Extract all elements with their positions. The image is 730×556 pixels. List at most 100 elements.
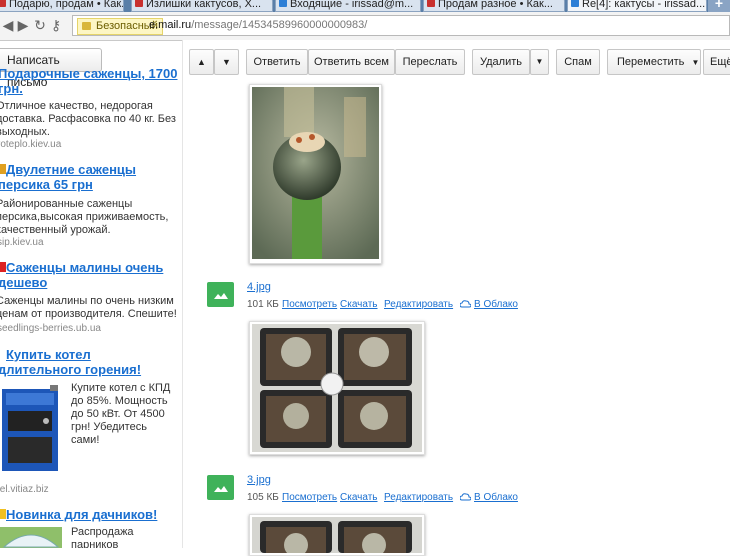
move-label: Переместить bbox=[617, 56, 685, 68]
cloud-icon bbox=[460, 300, 471, 308]
attachment-name[interactable]: 3.jpg bbox=[247, 474, 271, 486]
previous-message-button[interactable]: ▲ bbox=[189, 49, 214, 75]
ad-text-line: выходных. bbox=[0, 126, 50, 138]
spam-button[interactable]: Спам bbox=[556, 49, 600, 75]
ad-text-line: до 85%. Мощность bbox=[71, 395, 168, 407]
ad-domain[interactable]: roteplo.kiev.ua bbox=[0, 139, 61, 150]
tab-title: Re[4]: кактусы - irissad... bbox=[582, 0, 706, 10]
browser-navbar: ◀ ▶ ↻ ⚷ Безопасный e.mail.ru/message/145… bbox=[0, 12, 730, 41]
favicon-icon bbox=[279, 0, 287, 7]
browser-tab[interactable]: Излишки кактусов, Х... bbox=[131, 0, 273, 12]
ad-title-line[interactable]: Двулетние саженцы bbox=[6, 162, 136, 177]
attachment-size: 101 КБ bbox=[247, 299, 279, 310]
attachment-view-link[interactable]: Посмотреть bbox=[282, 492, 337, 503]
favicon-icon bbox=[135, 0, 143, 7]
attachment-download-link[interactable]: Скачать bbox=[340, 492, 378, 503]
attachment-cloud-link[interactable]: В Облако bbox=[474, 492, 518, 503]
picture-icon bbox=[214, 293, 228, 299]
ad-title-line[interactable]: Саженцы малины очень bbox=[6, 260, 163, 275]
delete-button[interactable]: Удалить bbox=[472, 49, 530, 75]
attachment-photo-3[interactable] bbox=[249, 514, 425, 556]
address-bar[interactable]: Безопасный e.mail.ru/message/14534589960… bbox=[72, 15, 730, 36]
chevron-down-icon: ▼ bbox=[691, 58, 700, 67]
ad-text-line: ценам от производителя. Спешите! bbox=[0, 308, 177, 320]
url-path: /message/14534589960000000983/ bbox=[191, 19, 368, 31]
ad-title[interactable]: Подарочные саженцы, 1700 грн. bbox=[0, 66, 177, 96]
ad-text-line: до 50 кВт. От 4500 bbox=[71, 408, 165, 420]
ad-text: Купите котел с КПД до 85%. Мощность до 5… bbox=[71, 382, 170, 447]
delete-dropdown-icon[interactable]: ▼ bbox=[530, 49, 549, 75]
back-arrow-icon[interactable]: ◀ bbox=[0, 16, 16, 34]
ad-text-line: качественный урожай. bbox=[0, 224, 111, 236]
attachment-edit-link[interactable]: Редактировать bbox=[384, 299, 453, 310]
ad-domain[interactable]: sip.kiev.ua bbox=[0, 237, 44, 248]
browser-tab[interactable]: Входящие - irissad@m... bbox=[275, 0, 421, 12]
ad-title-line[interactable]: Подарочные саженцы, 1700 bbox=[0, 66, 177, 81]
attachment-edit-link[interactable]: Редактировать bbox=[384, 492, 453, 503]
more-button[interactable]: Ещё bbox=[703, 49, 730, 75]
favicon-icon bbox=[427, 0, 435, 7]
boiler-ad-image[interactable] bbox=[0, 385, 62, 475]
browser-tab[interactable]: Продам разное • Как... bbox=[423, 0, 565, 12]
browser-tab-active[interactable]: Re[4]: кактусы - irissad... bbox=[567, 0, 707, 12]
ad-text-line: грн! Убедитесь bbox=[71, 421, 147, 433]
url-host: e.mail.ru bbox=[149, 19, 192, 31]
ad-text-line: Распродажа bbox=[71, 526, 134, 538]
key-icon[interactable]: ⚷ bbox=[48, 16, 64, 34]
attachment-photo-4[interactable] bbox=[249, 321, 425, 455]
cactus-photo[interactable] bbox=[249, 84, 382, 264]
cloud-icon bbox=[460, 493, 471, 501]
ad-title[interactable]: Новинка для дачников! bbox=[6, 507, 157, 522]
ad-domain[interactable]: tel.vitiaz.biz bbox=[0, 484, 49, 495]
attachment-cloud-link[interactable]: В Облако bbox=[474, 299, 518, 310]
reply-button[interactable]: Ответить bbox=[246, 49, 308, 75]
ad-title-line[interactable]: длительного горения! bbox=[0, 362, 141, 377]
greenhouse-ad-image[interactable] bbox=[0, 527, 62, 548]
reply-all-button[interactable]: Ответить всем bbox=[308, 49, 395, 75]
ad-text-line: Отличное качество, недорогая bbox=[0, 100, 153, 112]
new-tab-button[interactable]: + bbox=[708, 0, 730, 12]
ad-title-line[interactable]: Новинка для дачников! bbox=[6, 507, 157, 522]
ad-title[interactable]: Саженцы малины очень дешево bbox=[0, 260, 163, 290]
ad-title-line[interactable]: грн. bbox=[0, 81, 177, 96]
ad-title[interactable]: Купить котел длительного горения! bbox=[0, 347, 141, 377]
message-toolbar: ▲ ▼ Ответить Ответить всем Переслать Уда… bbox=[183, 40, 730, 80]
picture-icon bbox=[214, 486, 228, 492]
ad-text-line: Районированные саженцы bbox=[0, 198, 133, 210]
ad-title-line[interactable]: дешево bbox=[0, 275, 163, 290]
ad-text: Районированные саженцы персика,высокая п… bbox=[0, 198, 168, 237]
favicon-icon bbox=[0, 0, 6, 7]
next-message-button[interactable]: ▼ bbox=[214, 49, 239, 75]
cactus-photo-image bbox=[252, 87, 379, 259]
ad-text-line: парников bbox=[71, 539, 119, 548]
tab-title: Подарю, продам • Как... bbox=[9, 0, 124, 10]
ad-text: Отличное качество, недорогая доставка. Р… bbox=[0, 100, 176, 139]
attachment-download-link[interactable]: Скачать bbox=[340, 299, 378, 310]
ad-title[interactable]: Двулетние саженцы персика 65 грн bbox=[0, 162, 136, 192]
reload-icon[interactable]: ↻ bbox=[32, 16, 48, 34]
favicon-icon bbox=[571, 0, 579, 7]
tab-title: Входящие - irissad@m... bbox=[290, 0, 414, 10]
tab-title: Излишки кактусов, Х... bbox=[146, 0, 262, 10]
image-file-icon[interactable] bbox=[207, 475, 234, 500]
ad-text-line: персика,высокая приживаемость, bbox=[0, 211, 169, 223]
ad-title-line[interactable]: персика 65 грн bbox=[0, 177, 136, 192]
ad-text-line: Купите котел с КПД bbox=[71, 382, 171, 394]
forward-arrow-icon[interactable]: ▶ bbox=[15, 16, 31, 34]
ad-domain[interactable]: seedlings-berries.ub.ua bbox=[0, 323, 101, 334]
ad-text-line: сами! bbox=[71, 434, 100, 446]
forward-button[interactable]: Переслать bbox=[395, 49, 465, 75]
attachment-size: 105 КБ bbox=[247, 492, 279, 503]
browser-tab-strip: Подарю, продам • Как... Излишки кактусов… bbox=[0, 0, 730, 12]
browser-tab[interactable]: Подарю, продам • Как... bbox=[0, 0, 124, 12]
image-file-icon[interactable] bbox=[207, 282, 234, 307]
cactus-pots-image bbox=[252, 324, 422, 452]
move-button[interactable]: Переместить ▼ bbox=[607, 49, 701, 75]
ad-text-line: Саженцы малины по очень низким bbox=[0, 295, 174, 307]
attachment-view-link[interactable]: Посмотреть bbox=[282, 299, 337, 310]
lock-icon bbox=[82, 22, 91, 30]
ad-text: Саженцы малины по очень низким ценам от … bbox=[0, 295, 177, 321]
url-text[interactable]: e.mail.ru/message/14534589960000000983/ bbox=[149, 19, 367, 31]
attachment-name[interactable]: 4.jpg bbox=[247, 281, 271, 293]
ad-title-line[interactable]: Купить котел bbox=[6, 347, 141, 362]
